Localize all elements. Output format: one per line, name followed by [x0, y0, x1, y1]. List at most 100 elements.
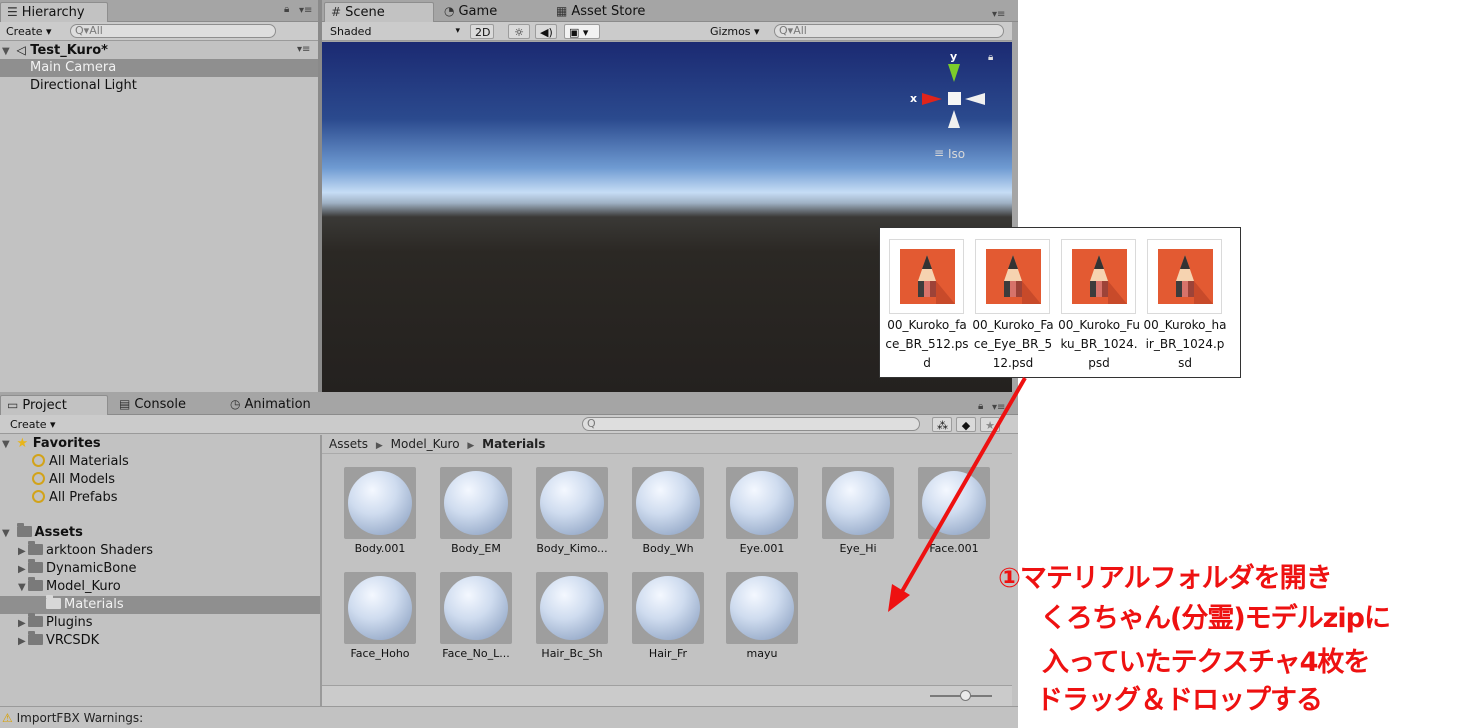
expand-arrow-icon[interactable]: ▶ — [18, 633, 28, 651]
folder-icon: ▭ — [7, 398, 19, 412]
tab-console[interactable]: ▤ Console — [113, 395, 194, 415]
orientation-gizmo[interactable]: y x ≡ Iso — [910, 50, 990, 161]
psd-file-face[interactable] — [889, 239, 964, 314]
material-body-wh[interactable] — [632, 467, 704, 539]
unity-scene-icon: ◁ — [16, 43, 26, 57]
material-sphere-icon — [540, 471, 604, 535]
sketchbook-pencil-icon — [1158, 249, 1213, 304]
projection-label[interactable]: Iso — [948, 147, 965, 161]
lock-icon[interactable]: 🔒︎ — [284, 4, 289, 15]
psd-file-name: 00_Kuroko_Face_Eye_BR_512.psd — [972, 318, 1054, 370]
psd-file-face-eye[interactable] — [975, 239, 1050, 314]
favorite-all-prefabs[interactable]: All Prefabs — [0, 489, 320, 507]
psd-file-group: 00_Kuroko_face_BR_512.psd 00_Kuroko_Face… — [879, 227, 1241, 378]
search-icon: Q — [587, 417, 596, 430]
lighting-toggle[interactable]: ☼ — [508, 24, 530, 39]
psd-file-name: 00_Kuroko_Fuku_BR_1024.psd — [1058, 318, 1140, 370]
speaker-icon: ◀) — [540, 26, 553, 39]
material-sphere-icon — [348, 576, 412, 640]
breadcrumb-model-kuro[interactable]: Model_Kuro — [391, 437, 460, 451]
folder-dynamicbone[interactable]: ▶ DynamicBone — [0, 559, 320, 579]
create-button[interactable]: Create ▾ — [6, 417, 60, 432]
annotation-line-4: ドラッグ＆ドロップする — [1036, 685, 1323, 716]
psd-file-name: 00_Kuroko_face_BR_512.psd — [885, 318, 969, 370]
hierarchy-item-main-camera[interactable]: Main Camera — [0, 59, 318, 77]
material-label: mayu — [746, 647, 778, 660]
lock-icon[interactable]: 🔒︎ — [988, 52, 993, 63]
breadcrumb-assets[interactable]: Assets — [329, 437, 368, 451]
tab-scene[interactable]: # Scene — [324, 2, 434, 22]
star-icon: ★ — [16, 436, 29, 451]
material-body-kimo[interactable] — [536, 467, 608, 539]
search-icon — [32, 472, 45, 485]
material-eye-001[interactable] — [726, 467, 798, 539]
hierarchy-toolbar: Create ▾ Q▾All — [0, 22, 320, 41]
audio-toggle[interactable]: ◀) — [535, 24, 557, 39]
psd-file-fuku[interactable] — [1061, 239, 1136, 314]
tab-animation[interactable]: ◷ Animation — [224, 395, 319, 415]
material-body-001[interactable] — [344, 467, 416, 539]
folder-materials[interactable]: Materials — [0, 595, 320, 614]
project-panel: ▭ Project ▤ Console ◷ Animation 🔒︎ ▾≡ Creat… — [0, 392, 1018, 706]
folder-icon — [28, 577, 43, 591]
effects-toggle[interactable]: ▣ ▾ — [564, 24, 600, 39]
shading-mode-dropdown[interactable]: Shaded ▾ — [326, 24, 462, 39]
expand-arrow-icon[interactable]: ▼ — [2, 525, 12, 543]
expand-arrow-icon[interactable]: ▼ — [2, 436, 12, 454]
folder-model-kuro[interactable]: ▼ Model_Kuro — [0, 577, 320, 597]
material-sphere-icon — [540, 576, 604, 640]
mode-2d-toggle[interactable]: 2D — [470, 24, 494, 39]
material-sphere-icon — [730, 576, 794, 640]
panel-menu-icon[interactable]: ▾≡ — [992, 9, 1005, 20]
project-tree: ▼ ★ Favorites All Materials All Models A… — [0, 435, 320, 706]
folder-icon — [16, 523, 32, 537]
tab-project[interactable]: ▭ Project — [0, 395, 108, 415]
gizmos-dropdown[interactable]: Gizmos ▾ — [706, 24, 764, 39]
hierarchy-item-directional-light[interactable]: Directional Light — [0, 77, 318, 95]
favorite-all-materials[interactable]: All Materials — [0, 453, 320, 471]
scene-search-input[interactable]: Q▾All — [774, 24, 1004, 38]
store-icon: ▦ — [556, 4, 568, 18]
tab-hierarchy[interactable]: ☰ Hierarchy — [0, 2, 108, 22]
material-face-no-l[interactable] — [440, 572, 512, 644]
material-mayu[interactable] — [726, 572, 798, 644]
expand-arrow-icon[interactable]: ▼ — [18, 579, 28, 597]
folder-arktoon-shaders[interactable]: ▶ arktoon Shaders — [0, 541, 320, 561]
assets-header[interactable]: ▼ Assets — [0, 523, 320, 543]
material-label: Eye.001 — [739, 542, 785, 555]
breadcrumb-separator-icon: ▶ — [467, 441, 475, 451]
material-body-em[interactable] — [440, 467, 512, 539]
scene-root[interactable]: ▼ ◁ Test_Kuro* ▾≡ — [0, 41, 318, 59]
material-hair-fr[interactable] — [632, 572, 704, 644]
sketchbook-pencil-icon — [900, 249, 955, 304]
breadcrumb-materials[interactable]: Materials — [482, 437, 545, 451]
psd-file-name: 00_Kuroko_hair_BR_1024.psd — [1143, 318, 1227, 370]
console-icon: ▤ — [119, 397, 131, 411]
expand-arrow-icon[interactable]: ▶ — [18, 615, 28, 633]
material-label: Body_Kimo... — [536, 542, 608, 555]
material-face-hoho[interactable] — [344, 572, 416, 644]
annotation-line-1: ①マテリアルフォルダを開き — [998, 563, 1333, 594]
zoom-slider-handle[interactable] — [960, 690, 971, 701]
sketchbook-pencil-icon — [1072, 249, 1127, 304]
tab-asset-store[interactable]: ▦ Asset Store — [550, 2, 653, 22]
expand-arrow-icon[interactable]: ▶ — [18, 543, 28, 561]
material-hair-bc-sh[interactable] — [536, 572, 608, 644]
create-button[interactable]: Create ▾ — [2, 24, 56, 39]
material-label: Hair_Fr — [648, 647, 688, 660]
scene-menu-icon[interactable]: ▾≡ — [297, 41, 310, 59]
breadcrumb-separator-icon: ▶ — [375, 441, 383, 451]
material-sphere-icon — [730, 471, 794, 535]
psd-file-hair[interactable] — [1147, 239, 1222, 314]
gizmo-center-cube[interactable] — [948, 92, 961, 105]
favorite-all-models[interactable]: All Models — [0, 471, 320, 489]
expand-arrow-icon[interactable]: ▶ — [18, 561, 28, 579]
folder-vrcsdk[interactable]: ▶ VRCSDK — [0, 631, 320, 651]
search-icon: Q▾ — [779, 24, 794, 37]
panel-menu-icon[interactable]: ▾≡ — [299, 5, 312, 16]
favorites-header[interactable]: ▼ ★ Favorites — [0, 435, 320, 453]
material-label: Face_No_L... — [442, 647, 510, 660]
tab-game[interactable]: ◔ Game — [438, 2, 505, 22]
hierarchy-search-input[interactable]: Q▾All — [70, 24, 276, 38]
folder-plugins[interactable]: ▶ Plugins — [0, 613, 320, 633]
